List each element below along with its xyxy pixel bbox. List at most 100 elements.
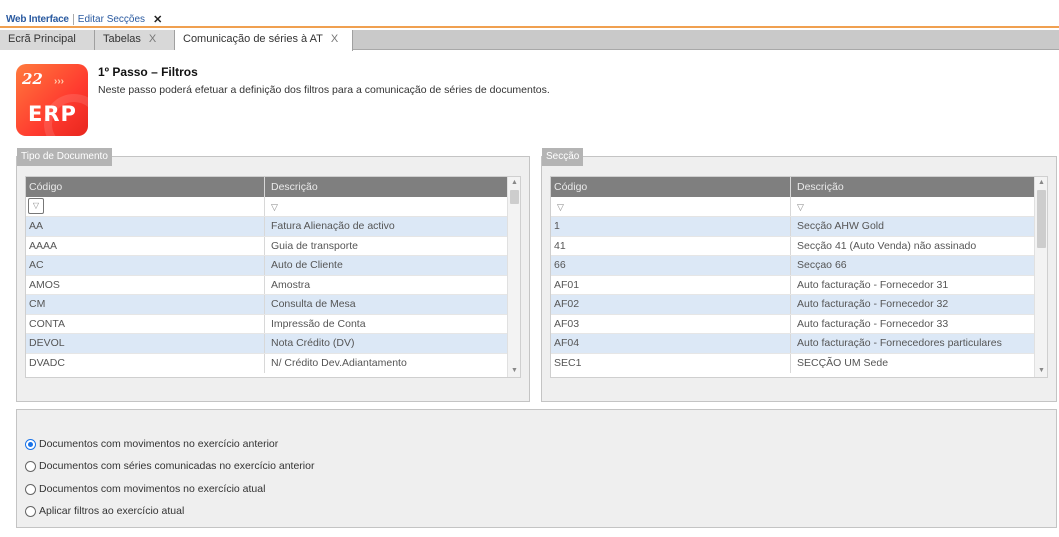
- table-row[interactable]: AAAA Guia de transporte: [26, 236, 510, 256]
- cell-code: 66: [551, 256, 791, 275]
- option-label: Documentos com movimentos no exercício a…: [39, 483, 266, 495]
- table-row[interactable]: 41 Secção 41 (Auto Venda) não assinado: [551, 236, 1037, 256]
- filter-icon[interactable]: ▽: [797, 202, 804, 212]
- cell-code: CM: [26, 295, 265, 314]
- cell-description: Secção 41 (Auto Venda) não assinado: [797, 239, 977, 252]
- logo-badge: 22: [22, 70, 43, 88]
- cell-description: Nota Crédito (DV): [271, 337, 355, 349]
- scroll-down-icon[interactable]: ▼: [508, 365, 521, 377]
- table-row[interactable]: DVADC N/ Crédito Dev.Adiantamento: [26, 353, 510, 373]
- scroll-thumb[interactable]: [1037, 190, 1046, 248]
- table-row[interactable]: CM Consulta de Mesa: [26, 295, 510, 315]
- option-current-year-movements[interactable]: Documentos com movimentos no exercício a…: [25, 483, 265, 495]
- table-row[interactable]: 66 Secçao 66: [551, 256, 1037, 276]
- table-row[interactable]: AF02 Auto facturação - Fornecedor 32: [551, 295, 1037, 315]
- filter-icon[interactable]: ▽: [554, 202, 564, 212]
- radio-button[interactable]: [25, 438, 36, 450]
- doc-type-grid: Código Descrição ▽ ▽ AA Fatura Alienação…: [25, 176, 521, 378]
- option-previous-year-movements[interactable]: Documentos com movimentos no exercício a…: [25, 438, 278, 450]
- vertical-scrollbar[interactable]: ▲ ▼: [1034, 177, 1047, 377]
- radio-button[interactable]: [25, 505, 36, 517]
- vertical-scrollbar[interactable]: ▲ ▼: [507, 177, 520, 377]
- cell-description: Secção AHW Gold: [797, 220, 884, 232]
- grid-header: Código Descrição: [26, 177, 510, 197]
- tab-close-icon[interactable]: X: [149, 33, 156, 45]
- chevrons-icon: ›››: [54, 76, 64, 87]
- cell-description: SECÇÃO UM Sede: [797, 356, 889, 369]
- table-row[interactable]: AA Fatura Alienação de activo: [26, 217, 510, 237]
- radio-button[interactable]: [25, 460, 36, 472]
- grid-header: Código Descrição: [551, 177, 1037, 197]
- filter-icon[interactable]: ▽: [271, 202, 278, 212]
- cell-description: Auto de Cliente: [271, 259, 343, 271]
- cell-description: Secçao 66: [797, 259, 847, 271]
- scroll-up-icon[interactable]: ▲: [1035, 177, 1048, 189]
- cell-code: AF04: [551, 334, 791, 353]
- table-row[interactable]: AF04 Auto facturação - Fornecedores part…: [551, 334, 1037, 354]
- cell-code: AF03: [551, 314, 791, 333]
- cell-code: 1: [551, 217, 791, 236]
- cell-code: AC: [26, 256, 265, 275]
- option-apply-filters-current-year[interactable]: Aplicar filtros ao exercício atual: [25, 505, 184, 517]
- cell-description: Auto facturação - Fornecedores particula…: [797, 337, 1002, 349]
- cell-code: DEVOL: [26, 334, 265, 353]
- table-row[interactable]: DEVOL Nota Crédito (DV): [26, 334, 510, 354]
- cell-description: Guia de transporte: [271, 239, 358, 252]
- scroll-down-icon[interactable]: ▼: [1035, 365, 1048, 377]
- cell-code: SEC1: [551, 353, 791, 373]
- tab-label: Tabelas: [103, 33, 141, 45]
- tab-label: Ecrã Principal: [8, 33, 76, 45]
- cell-description: Impressão de Conta: [271, 317, 366, 330]
- filter-row: ▽ ▽: [551, 197, 1037, 217]
- column-header-description[interactable]: Descrição: [791, 177, 1037, 197]
- scroll-thumb[interactable]: [510, 190, 519, 204]
- option-label: Documentos com movimentos no exercício a…: [39, 438, 279, 450]
- doc-type-panel: Tipo de Documento Código Descrição ▽ ▽ A…: [16, 148, 530, 402]
- cell-code: AA: [26, 217, 265, 236]
- divider: [72, 14, 74, 25]
- scroll-up-icon[interactable]: ▲: [508, 177, 521, 189]
- top-bar: Web Interface Editar Secções ✕: [0, 0, 1059, 28]
- table-row[interactable]: AMOS Amostra: [26, 275, 510, 295]
- tab-bar: Ecrã Principal Tabelas X Comunicação de s…: [0, 30, 1059, 51]
- cell-code: AAAA: [26, 236, 265, 255]
- options-panel: Documentos com movimentos no exercício a…: [16, 409, 1057, 528]
- option-label: Aplicar filtros ao exercício atual: [39, 505, 185, 517]
- column-header-code[interactable]: Código: [551, 177, 791, 197]
- column-header-code[interactable]: Código: [26, 177, 265, 197]
- table-row[interactable]: CONTA Impressão de Conta: [26, 314, 510, 334]
- section-panel: Secção Código Descrição ▽ ▽ 1 Secção AHW…: [541, 148, 1057, 402]
- erp-logo: 22 ››› ERP: [16, 64, 88, 136]
- column-header-description[interactable]: Descrição: [265, 177, 510, 197]
- table-row[interactable]: AF03 Auto facturação - Fornecedor 33: [551, 314, 1037, 334]
- filter-icon[interactable]: ▽: [28, 198, 44, 214]
- cell-code: AF02: [551, 295, 791, 314]
- cell-code: AF01: [551, 275, 791, 294]
- tab-label: Comunicação de séries à AT: [183, 33, 323, 45]
- cell-code: CONTA: [26, 314, 265, 333]
- cell-description: Auto facturação - Fornecedor 31: [797, 278, 949, 291]
- cell-code: 41: [551, 236, 791, 255]
- option-previous-year-series[interactable]: Documentos com séries comunicadas no exe…: [25, 460, 314, 472]
- panel-title: Secção: [542, 148, 584, 166]
- logo-swirl: [44, 94, 88, 136]
- table-row[interactable]: 1 Secção AHW Gold: [551, 217, 1037, 237]
- tab-tables[interactable]: Tabelas X: [95, 30, 175, 50]
- table-row[interactable]: SEC1 SECÇÃO UM Sede: [551, 353, 1037, 373]
- tab-close-icon[interactable]: X: [331, 33, 338, 45]
- panel-title: Tipo de Documento: [17, 148, 112, 166]
- cell-description: Auto facturação - Fornecedor 33: [797, 317, 949, 330]
- edit-sections-link[interactable]: Editar Secções: [78, 14, 145, 25]
- table-row[interactable]: AF01 Auto facturação - Fornecedor 31: [551, 275, 1037, 295]
- tab-main-screen[interactable]: Ecrã Principal: [0, 30, 95, 50]
- cell-description: Fatura Alienação de activo: [271, 220, 395, 232]
- option-label: Documentos com séries comunicadas no exe…: [39, 460, 315, 472]
- close-icon[interactable]: ✕: [153, 13, 162, 26]
- table-row[interactable]: AC Auto de Cliente: [26, 256, 510, 276]
- radio-button[interactable]: [25, 483, 36, 495]
- filter-row: ▽ ▽: [26, 197, 510, 217]
- cell-description: Amostra: [271, 278, 311, 291]
- cell-code: AMOS: [26, 275, 265, 294]
- tab-series-communication[interactable]: Comunicação de séries à AT X: [175, 30, 353, 51]
- app-name[interactable]: Web Interface: [6, 14, 69, 25]
